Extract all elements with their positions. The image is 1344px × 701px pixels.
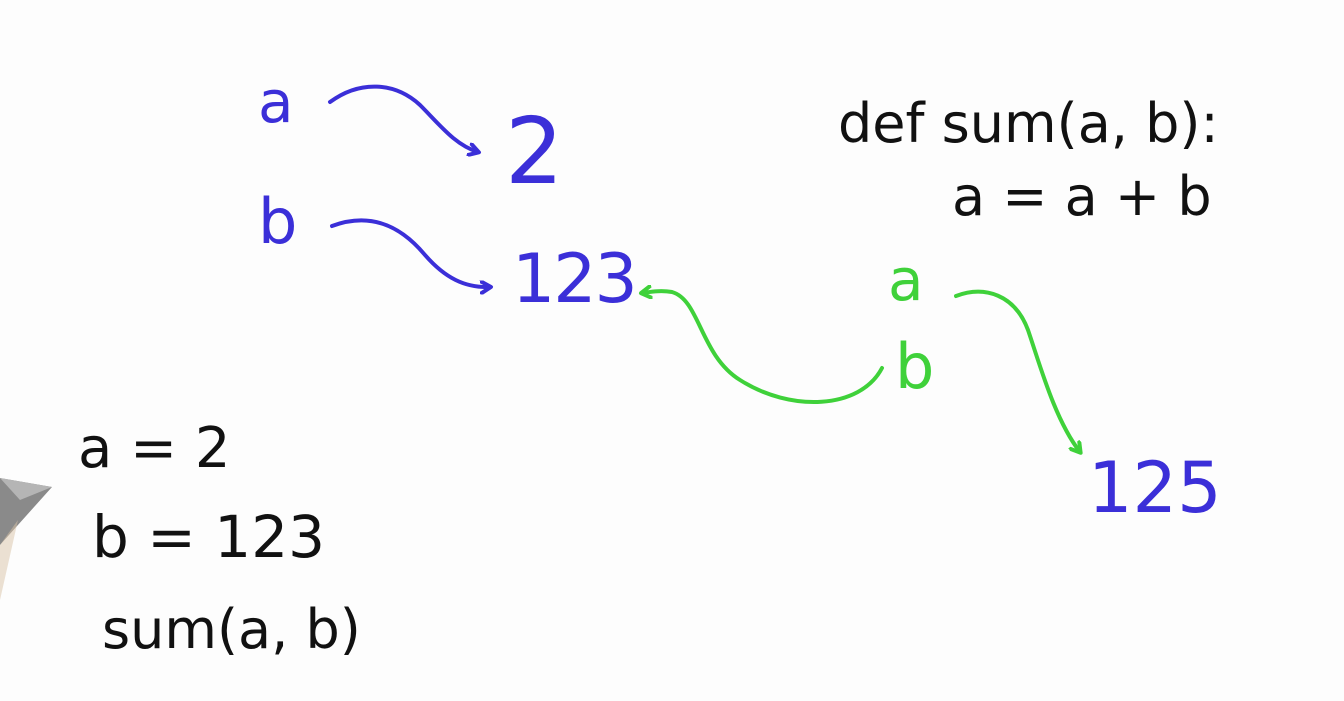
arrow-local-b-to-123 xyxy=(642,291,884,404)
value-123-label: 123 xyxy=(512,240,636,319)
arrow-a-to-2 xyxy=(328,84,478,152)
function-def-line-1: def sum(a, b): xyxy=(838,92,1219,155)
local-var-a-label: a xyxy=(888,246,924,314)
code-line-sum-call: sum(a, b) xyxy=(102,598,361,661)
whiteboard-canvas: a b 2 123 def sum(a, b): a = a + b a b 1… xyxy=(0,0,1344,701)
local-var-b-label: b xyxy=(895,330,934,403)
function-def-line-2: a = a + b xyxy=(952,165,1212,228)
arrow-b-to-123 xyxy=(330,218,490,287)
global-var-b-label: b xyxy=(258,185,297,258)
value-125-label: 125 xyxy=(1088,447,1222,529)
diagram-svg: a b 2 123 def sum(a, b): a = a + b a b 1… xyxy=(0,68,1222,661)
code-line-a-assign: a = 2 xyxy=(78,416,230,481)
global-var-a-label: a xyxy=(258,68,294,136)
code-line-b-assign: b = 123 xyxy=(92,503,325,571)
pen-tip-icon xyxy=(0,478,52,600)
value-2-label: 2 xyxy=(505,98,564,205)
arrow-local-a-to-125 xyxy=(954,289,1080,452)
